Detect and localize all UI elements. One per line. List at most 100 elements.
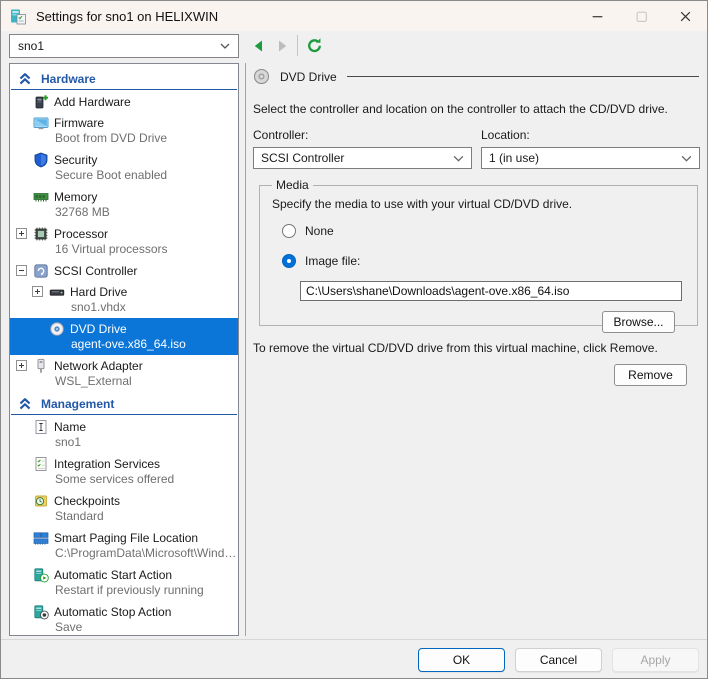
item-label: Name	[54, 419, 87, 434]
refresh-icon	[308, 38, 321, 53]
name-icon	[33, 419, 49, 435]
toolbar-separator	[297, 35, 298, 56]
item-subtitle: Secure Boot enabled	[55, 168, 168, 182]
hyperv-settings-app-icon	[10, 8, 27, 25]
navigate-forward-button[interactable]	[274, 38, 290, 54]
radio-image-file[interactable]	[282, 254, 296, 268]
item-subtitle: 16 Virtual processors	[55, 242, 168, 256]
item-label: Smart Paging File Location	[54, 530, 199, 545]
item-subtitle: 32768 MB	[55, 205, 110, 219]
close-button[interactable]	[663, 1, 707, 31]
sidebar-item-add-hardware[interactable]: Add Hardware	[10, 91, 238, 112]
location-label: Location:	[481, 128, 530, 142]
back-icon	[254, 40, 262, 52]
window-title: Settings for sno1 on HELIXWIN	[36, 8, 219, 24]
sidebar-item-automatic-stop-action[interactable]: Automatic Stop Action Save	[10, 601, 238, 635]
maximize-button[interactable]	[619, 1, 663, 31]
controller-select[interactable]: SCSI Controller	[253, 147, 472, 169]
item-subtitle: Save	[55, 620, 83, 634]
item-subtitle: sno1	[55, 435, 82, 449]
sidebar-item-automatic-start-action[interactable]: Automatic Start Action Restart if previou…	[10, 564, 238, 601]
sidebar-item-checkpoints[interactable]: Checkpoints Standard	[10, 490, 238, 527]
add-hardware-icon	[33, 94, 49, 110]
sidebar-item-dvd-drive[interactable]: DVD Drive agent-ove.x86_64.iso	[10, 318, 238, 355]
settings-window: Settings for sno1 on HELIXWIN sno1 Hardw…	[0, 0, 708, 679]
cancel-button[interactable]: Cancel	[515, 648, 602, 672]
item-label: Network Adapter	[54, 358, 143, 373]
media-legend: Media	[276, 178, 309, 192]
checkpoints-icon	[33, 493, 49, 509]
controller-label: Controller:	[253, 128, 309, 142]
collapse-box-icon[interactable]	[16, 265, 27, 276]
security-icon	[33, 152, 49, 168]
sidebar-item-processor[interactable]: Processor 16 Virtual processors	[10, 223, 238, 260]
browse-button[interactable]: Browse...	[602, 311, 675, 333]
footer-divider	[1, 639, 707, 640]
sidebar-item-smart-paging-file-location[interactable]: Smart Paging File Location C:\ProgramData…	[10, 527, 238, 564]
sidebar-item-integration-services[interactable]: Integration Services Some services offere…	[10, 453, 238, 490]
apply-button[interactable]: Apply	[612, 648, 699, 672]
maximize-icon	[636, 11, 647, 22]
auto-stop-icon	[33, 604, 49, 620]
vm-selector-value: sno1	[18, 39, 45, 53]
section-header-hardware[interactable]: Hardware	[11, 69, 237, 90]
panel-title: DVD Drive	[280, 69, 337, 84]
item-label: Memory	[54, 189, 98, 204]
item-subtitle: Boot from DVD Drive	[55, 131, 168, 145]
section-label: Management	[41, 397, 115, 411]
expand-box-icon[interactable]	[32, 286, 43, 297]
dvd-drive-icon	[49, 321, 65, 337]
controller-select-value: SCSI Controller	[261, 151, 345, 165]
expand-box-icon[interactable]	[16, 228, 27, 239]
item-subtitle: Restart if previously running	[55, 583, 204, 597]
hard-drive-icon	[49, 284, 65, 300]
radio-none[interactable]	[282, 224, 296, 238]
radio-none-label: None	[305, 224, 334, 238]
dvd-drive-panel: DVD Drive Select the controller and loca…	[253, 63, 701, 636]
location-select[interactable]: 1 (in use)	[481, 147, 700, 169]
refresh-button[interactable]	[306, 37, 323, 54]
ok-button[interactable]: OK	[418, 648, 505, 672]
item-label: DVD Drive	[70, 321, 127, 336]
sidebar-item-memory[interactable]: Memory 32768 MB	[10, 186, 238, 223]
panel-header: DVD Drive	[253, 68, 701, 85]
media-option-image-file[interactable]: Image file:	[282, 254, 687, 268]
titlebar: Settings for sno1 on HELIXWIN	[1, 1, 707, 31]
media-groupbox: Media Specify the media to use with your…	[259, 178, 698, 333]
minimize-button[interactable]	[575, 1, 619, 31]
navigate-back-button[interactable]	[251, 38, 267, 54]
sidebar-item-security[interactable]: Security Secure Boot enabled	[10, 149, 238, 186]
sidebar-item-scsi-controller[interactable]: SCSI Controller	[10, 260, 238, 281]
location-select-value: 1 (in use)	[489, 151, 540, 165]
item-label: Automatic Start Action	[54, 567, 173, 582]
vm-selector[interactable]: sno1	[9, 34, 239, 58]
processor-icon	[33, 226, 49, 242]
forward-icon	[279, 40, 287, 52]
section-label: Hardware	[41, 72, 96, 86]
remove-hint-text: To remove the virtual CD/DVD drive from …	[253, 341, 658, 355]
item-subtitle: C:\ProgramData\Microsoft\Windo...	[55, 546, 238, 560]
sidebar-item-hard-drive[interactable]: Hard Drive sno1.vhdx	[10, 281, 238, 318]
panel-intro-text: Select the controller and location on th…	[253, 102, 668, 116]
chevron-down-icon	[681, 155, 692, 162]
firmware-icon	[33, 115, 49, 131]
section-header-management[interactable]: Management	[11, 394, 237, 415]
media-description: Specify the media to use with your virtu…	[272, 197, 573, 211]
header-rule	[346, 76, 699, 77]
sidebar-item-name[interactable]: Name sno1	[10, 416, 238, 453]
radio-image-file-label: Image file:	[305, 254, 361, 268]
item-subtitle: agent-ove.x86_64.iso	[71, 337, 186, 351]
auto-start-icon	[33, 567, 49, 583]
remove-button[interactable]: Remove	[614, 364, 687, 386]
item-label: SCSI Controller	[54, 263, 138, 278]
sidebar-item-firmware[interactable]: Firmware Boot from DVD Drive	[10, 112, 238, 149]
sidebar-item-network-adapter[interactable]: Network Adapter WSL_External	[10, 355, 238, 392]
item-subtitle: Some services offered	[55, 472, 175, 486]
expand-box-icon[interactable]	[16, 360, 27, 371]
media-option-none[interactable]: None	[282, 224, 687, 238]
collapse-chevron-icon	[19, 73, 31, 85]
item-label: Integration Services	[54, 456, 161, 471]
item-subtitle: Standard	[55, 509, 104, 523]
item-label: Processor	[54, 226, 109, 241]
image-file-input[interactable]	[300, 281, 682, 301]
